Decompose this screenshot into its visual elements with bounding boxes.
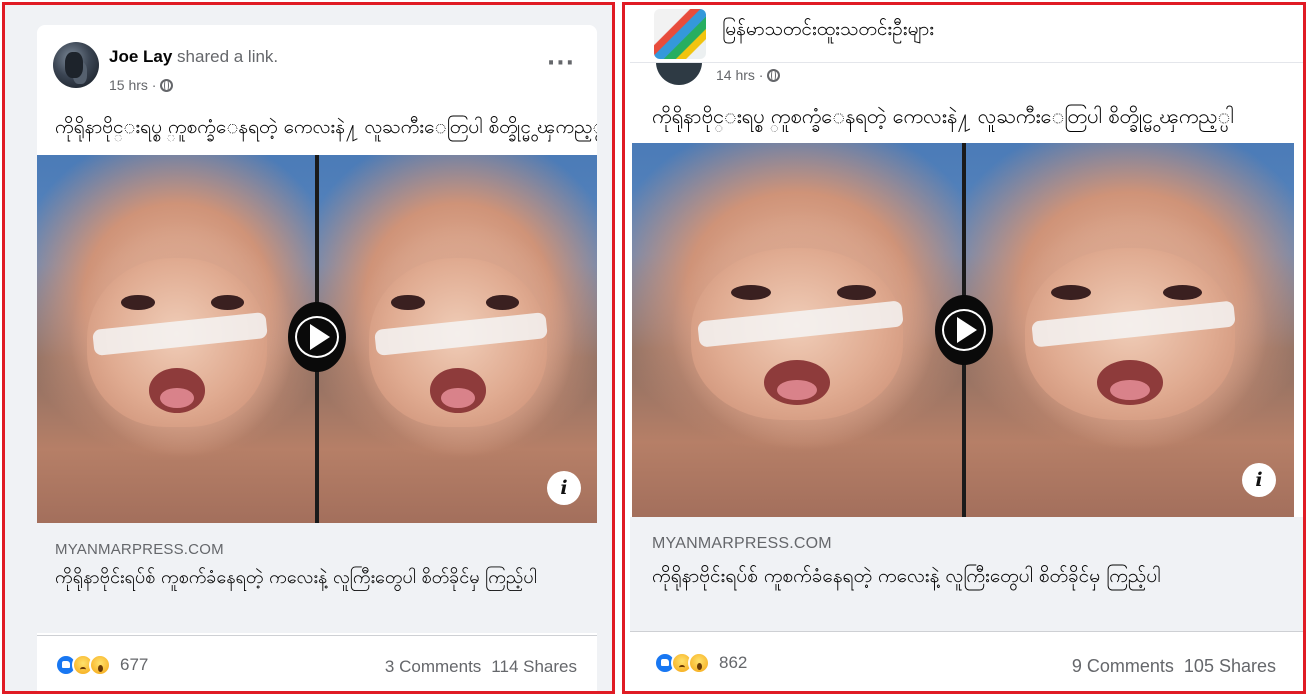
post-meta: 14 hrs · [716,67,781,83]
info-icon[interactable]: i [547,471,581,505]
wow-icon [688,652,710,674]
baby-mouth [430,368,486,413]
video-frame-left [37,155,317,523]
author-name[interactable]: Joe Lay [109,47,172,66]
play-button[interactable] [935,295,993,365]
post-stats: 9 Comments 105 Shares [1072,656,1276,677]
baby-eye [391,294,425,310]
link-title[interactable]: ကိုရိုနာဗိုင်းရပ်စ် ကူစက်ခံနေရတဲ့ ကလေးနဲ… [55,567,593,589]
link-preview[interactable]: MYANMARPRESS.COM ကိုရိုနာဗိုင်းရပ်စ် ကူစ… [37,523,597,633]
link-preview[interactable]: MYANMARPRESS.COM ကိုရိုနာဗိုင်းရပ်စ် ကူစ… [630,517,1303,631]
post-header: Joe Lay shared a link. 15 hrs · ··· [37,25,597,105]
baby-eye [210,294,245,310]
baby-eye [485,294,520,310]
video-thumbnail[interactable]: i [632,143,1294,517]
reaction-count: 677 [120,655,149,674]
video-frame-left [632,143,962,517]
info-icon[interactable]: i [1242,463,1276,497]
left-screenshot-frame: Joe Lay shared a link. 15 hrs · ··· ကိုရ… [2,2,615,694]
reaction-count: 862 [719,653,748,672]
more-options-icon[interactable]: ··· [547,53,575,75]
link-title[interactable]: ကိုရိုနာဗိုင်းရပ်စ် ကူစက်ခံနေရတဲ့ ကလေးနဲ… [652,565,1301,587]
link-domain: MYANMARPRESS.COM [55,541,224,558]
video-frame-right [319,155,597,523]
page-logo[interactable] [654,9,706,59]
video-frame-right [966,143,1294,517]
post-text: ကိုရိုနာဗိုင္းရပ္စ္ ကူစက္ခံေနရတဲ့ ကေလးနဲ… [55,116,597,138]
wow-icon [89,654,111,676]
baby-eye [731,285,771,301]
left-post-card: Joe Lay shared a link. 15 hrs · ··· ကိုရ… [37,25,597,691]
post-text: ကိုရိုနာဗိုင္းရပ္စ္ ကူစက္ခံေနရတဲ့ ကေလးနဲ… [652,104,1234,128]
globe-icon [160,78,174,92]
baby-eye [836,285,877,301]
post-meta: 15 hrs · [109,77,174,93]
right-screenshot-frame: မြန်မာသတင်းထူးသတင်းဦးများ 14 hrs · ကိုရိ… [622,2,1306,694]
post-stats: 3 Comments 114 Shares [385,657,577,677]
author-line: Joe Lay shared a link. [109,47,278,67]
shares-count[interactable]: 114 Shares [491,657,577,677]
post-footer: 862 9 Comments 105 Shares [630,631,1303,691]
author-action: shared a link. [177,47,279,66]
baby-eye [1162,285,1203,301]
baby-mouth [149,368,205,413]
post-time[interactable]: 15 hrs · [109,77,156,93]
shares-count[interactable]: 105 Shares [1184,656,1276,677]
globe-icon [767,68,781,82]
comments-count[interactable]: 9 Comments [1072,656,1174,677]
baby-mouth [1097,359,1163,405]
comments-count[interactable]: 3 Comments [385,657,481,677]
baby-mouth [764,359,830,405]
reactions-summary[interactable]: 862 [654,652,747,674]
reactions-summary[interactable]: 677 [55,654,148,676]
avatar[interactable] [53,42,99,88]
right-post-card: မြန်မာသတင်းထူးသတင်းဦးများ 14 hrs · ကိုရိ… [630,5,1303,691]
video-thumbnail[interactable]: i [37,155,597,523]
post-footer: 677 3 Comments 114 Shares [37,635,597,691]
post-time[interactable]: 14 hrs · [716,67,763,83]
page-name[interactable]: မြန်မာသတင်းထူးသတင်းဦးများ [722,17,934,45]
baby-eye [121,294,155,310]
page-header-bar: မြန်မာသတင်းထူးသတင်းဦးများ [630,5,1303,63]
play-button[interactable] [288,302,346,372]
link-domain: MYANMARPRESS.COM [652,535,832,552]
baby-eye [1051,285,1091,301]
